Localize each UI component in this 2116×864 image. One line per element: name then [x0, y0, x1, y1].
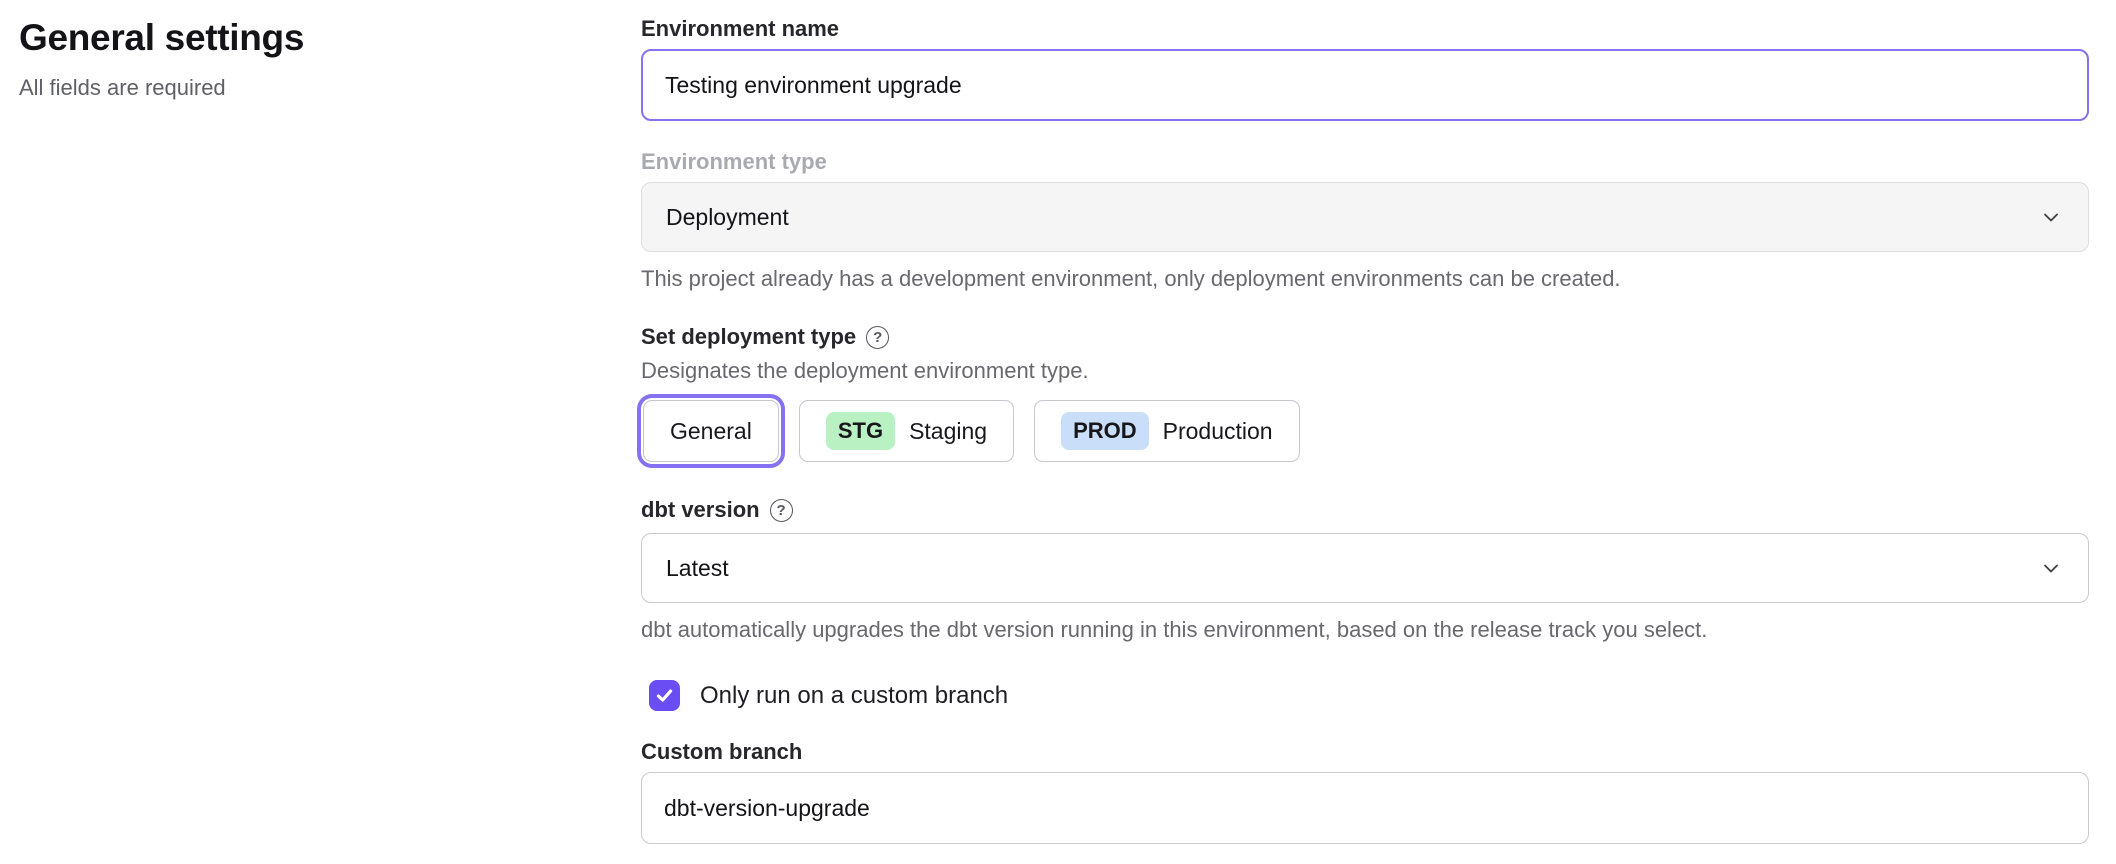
dbt-version-value: Latest: [666, 555, 729, 582]
deployment-type-label: Set deployment type: [641, 322, 856, 352]
custom-branch-checkbox-label[interactable]: Only run on a custom branch: [700, 682, 1008, 710]
deployment-type-option-staging[interactable]: STG Staging: [799, 400, 1014, 462]
page-subtitle: All fields are required: [19, 75, 579, 101]
chevron-down-icon: [2038, 204, 2064, 230]
help-icon[interactable]: [770, 499, 793, 522]
staging-option-label: Staging: [909, 418, 987, 445]
checkmark-icon: [654, 685, 675, 706]
environment-name-label: Environment name: [641, 14, 2089, 44]
settings-header: General settings All fields are required: [19, 18, 579, 101]
general-option-label: General: [670, 418, 752, 445]
deployment-type-option-production[interactable]: PROD Production: [1034, 400, 1300, 462]
deployment-type-options: General STG Staging PROD Production: [641, 400, 2089, 462]
custom-branch-input[interactable]: [641, 772, 2089, 844]
dbt-version-select[interactable]: Latest: [641, 533, 2089, 603]
custom-branch-checkbox-row: Only run on a custom branch: [641, 680, 2089, 711]
environment-type-label: Environment type: [641, 147, 2089, 177]
environment-type-helper: This project already has a development e…: [641, 265, 2089, 293]
page-title: General settings: [19, 18, 579, 59]
dbt-version-label: dbt version: [641, 495, 760, 525]
chevron-down-icon: [2038, 555, 2064, 581]
stg-badge: STG: [826, 412, 895, 450]
custom-branch-checkbox[interactable]: [649, 680, 680, 711]
dbt-version-helper: dbt automatically upgrades the dbt versi…: [641, 616, 2089, 644]
prod-badge: PROD: [1061, 412, 1149, 450]
deployment-type-description: Designates the deployment environment ty…: [641, 357, 2089, 385]
production-option-label: Production: [1163, 418, 1273, 445]
help-icon[interactable]: [866, 326, 889, 349]
environment-name-input[interactable]: [641, 49, 2089, 121]
custom-branch-label: Custom branch: [641, 737, 2089, 767]
environment-type-select: Deployment: [641, 182, 2089, 252]
environment-type-value: Deployment: [666, 204, 789, 231]
deployment-type-option-general[interactable]: General: [643, 400, 779, 462]
environment-settings-form: Environment name Environment type Deploy…: [641, 0, 2089, 844]
dbt-version-label-row: dbt version: [641, 495, 2089, 525]
deployment-type-label-row: Set deployment type: [641, 322, 2089, 352]
